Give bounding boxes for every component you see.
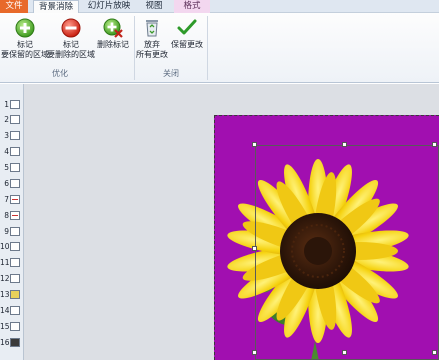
mark-remove-label-1: 标记 (63, 40, 79, 49)
minus-circle-icon (61, 18, 81, 38)
slide-thumbnail[interactable]: 6 (0, 177, 24, 191)
slide-thumbnail[interactable]: 7 (0, 193, 24, 207)
resize-handle[interactable] (342, 350, 347, 355)
powerpoint-window: 文件 背景消除 幻灯片放映 视图 格式 标记 要保留的区域 标记 要删除的区域 … (0, 0, 439, 360)
mark-keep-label-2: 要保留的区域 (1, 50, 49, 59)
slide-thumbnail[interactable]: 9 (0, 225, 24, 239)
resize-handle[interactable] (432, 350, 437, 355)
tab-file[interactable]: 文件 (0, 0, 28, 13)
plus-circle-icon (15, 18, 35, 38)
ribbon-tab-bar: 文件 背景消除 幻灯片放映 视图 格式 (0, 0, 439, 14)
delete-mark-button[interactable]: 删除标记 (95, 17, 131, 50)
keep-changes-button[interactable]: 保留更改 (167, 17, 207, 50)
slide-thumbnail[interactable]: 13 (0, 288, 24, 302)
recycle-bin-icon (146, 20, 158, 37)
delete-mark-icon (103, 18, 123, 38)
group-separator (207, 16, 208, 80)
background-removal-selection[interactable] (255, 145, 439, 360)
slide-thumbnail[interactable]: 8 (0, 209, 24, 223)
tab-view[interactable]: 视图 (138, 0, 170, 13)
group-label-optimize: 优化 (52, 69, 68, 78)
checkmark-icon (177, 19, 197, 35)
tab-format[interactable]: 格式 (174, 0, 210, 13)
delete-mark-label: 删除标记 (97, 40, 129, 49)
slide-thumbnail[interactable]: 16 (0, 336, 24, 350)
discard-label-2: 所有更改 (136, 50, 168, 59)
slide-thumbnail[interactable]: 4 (0, 145, 24, 159)
slide-thumbnail[interactable]: 2 (0, 113, 24, 127)
keep-changes-label: 保留更改 (171, 40, 203, 49)
mark-keep-button[interactable]: 标记 要保留的区域 (0, 17, 50, 60)
resize-handle[interactable] (342, 142, 347, 147)
resize-handle[interactable] (252, 350, 257, 355)
tab-background-removal[interactable]: 背景消除 (33, 0, 79, 14)
ribbon: 标记 要保留的区域 标记 要删除的区域 删除标记 优化 放弃 所有更改 保留更改… (0, 13, 439, 83)
tab-slideshow[interactable]: 幻灯片放映 (84, 0, 134, 13)
slide-thumbnail[interactable]: 15 (0, 320, 24, 334)
group-label-close: 关闭 (163, 69, 179, 78)
discard-changes-button[interactable]: 放弃 所有更改 (134, 17, 170, 60)
slide-thumbnail[interactable]: 3 (0, 129, 24, 143)
slide-thumbnail[interactable]: 10 (0, 240, 24, 254)
slide-thumbnail[interactable]: 5 (0, 161, 24, 175)
resize-handle[interactable] (432, 142, 437, 147)
mark-remove-label-2: 要删除的区域 (47, 50, 95, 59)
discard-label-1: 放弃 (144, 40, 160, 49)
resize-handle[interactable] (252, 142, 257, 147)
mark-remove-button[interactable]: 标记 要删除的区域 (46, 17, 96, 60)
slide-thumbnail[interactable]: 12 (0, 272, 24, 286)
mark-keep-label-1: 标记 (17, 40, 33, 49)
resize-handle[interactable] (252, 246, 257, 251)
slide-thumbnail-pane[interactable]: 1 2 3 4 5 6 7 8 9 10 11 12 13 14 15 16 (0, 84, 24, 360)
slide-thumbnail[interactable]: 14 (0, 304, 24, 318)
slide-thumbnail[interactable]: 1 (0, 98, 24, 112)
slide-thumbnail[interactable]: 11 (0, 256, 24, 270)
